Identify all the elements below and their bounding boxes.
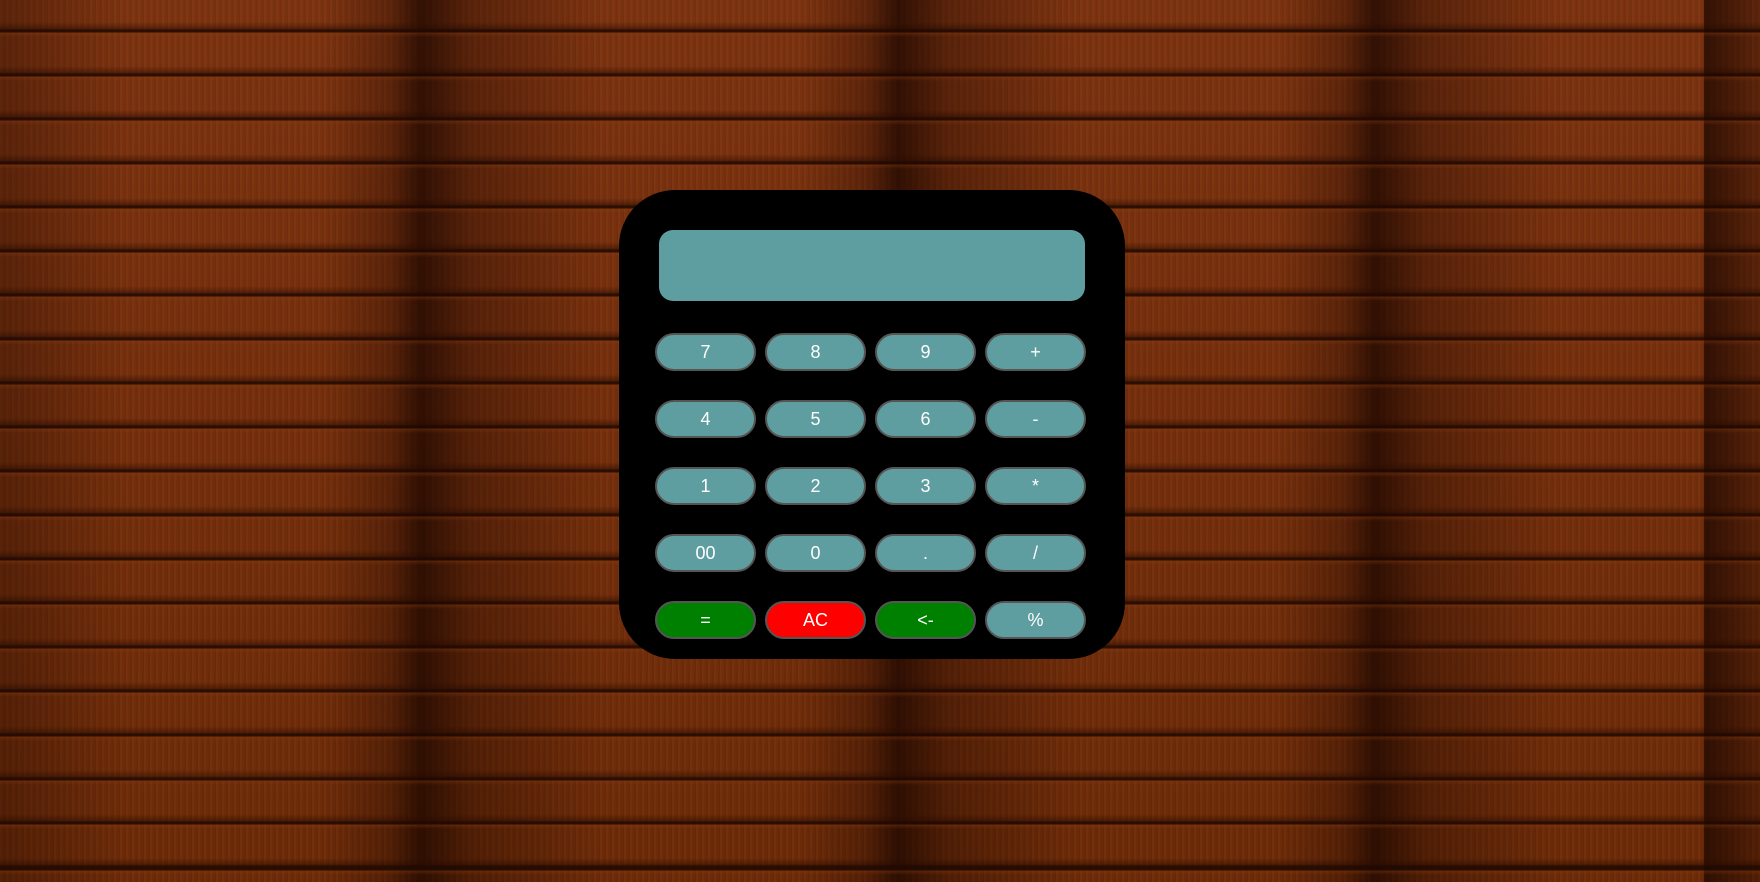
key-9[interactable]: 9 [875,333,976,371]
key-00[interactable]: 00 [655,534,756,572]
key-5[interactable]: 5 [765,400,866,438]
calculator-display [659,230,1085,301]
multiply-button[interactable]: * [985,467,1086,505]
divide-button[interactable]: / [985,534,1086,572]
backspace-button[interactable]: <- [875,601,976,639]
percent-button[interactable]: % [985,601,1086,639]
key-8[interactable]: 8 [765,333,866,371]
all-clear-button[interactable]: AC [765,601,866,639]
key-4[interactable]: 4 [655,400,756,438]
key-1[interactable]: 1 [655,467,756,505]
add-button[interactable]: + [985,333,1086,371]
subtract-button[interactable]: - [985,400,1086,438]
key-6[interactable]: 6 [875,400,976,438]
key-2[interactable]: 2 [765,467,866,505]
key-7[interactable]: 7 [655,333,756,371]
key-0[interactable]: 0 [765,534,866,572]
keypad: 7 8 9 + 4 5 6 - 1 2 3 * 00 0 . / = AC <-… [655,333,1087,639]
calculator: 7 8 9 + 4 5 6 - 1 2 3 * 00 0 . / = AC <-… [619,190,1125,659]
decimal-button[interactable]: . [875,534,976,572]
key-3[interactable]: 3 [875,467,976,505]
equals-button[interactable]: = [655,601,756,639]
